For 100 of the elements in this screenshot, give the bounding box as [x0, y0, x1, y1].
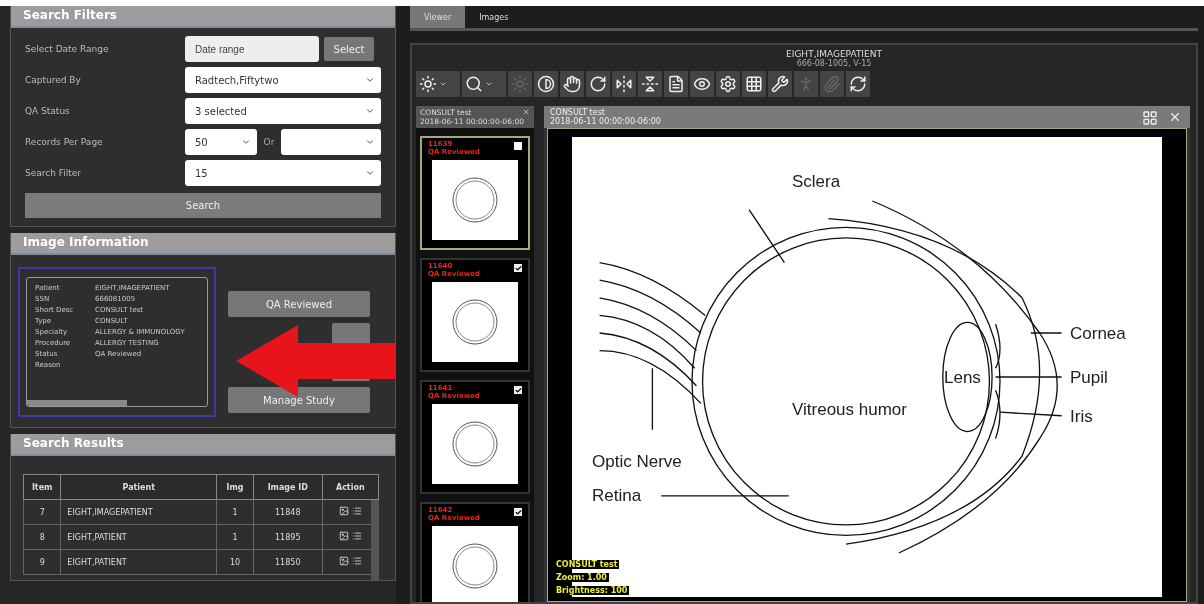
toolbar-button[interactable] [612, 71, 636, 97]
field-label: Select Date Range [25, 44, 110, 54]
column-header: Item [23, 474, 61, 500]
separator-text: Or [262, 137, 276, 147]
dropdown-field[interactable] [281, 129, 381, 155]
image-icon [339, 506, 349, 516]
tab[interactable]: Images [465, 6, 523, 28]
checkbox[interactable] [514, 508, 522, 516]
action-button[interactable]: Manage Study [228, 387, 370, 413]
column-header: Image ID [253, 474, 323, 500]
close-icon [1168, 110, 1182, 124]
viewport-title: CONSULT test [550, 108, 605, 117]
dropdown-caret-icon [485, 80, 493, 88]
column-header: Action [322, 474, 379, 500]
brightness-icon [511, 75, 529, 93]
table-cell: 11850 [253, 549, 323, 575]
toolbar-button[interactable] [664, 71, 688, 97]
brightness-icon [419, 75, 437, 93]
contrast-icon [537, 75, 555, 93]
patient-id: 666-08-1005, V-15 [795, 59, 873, 68]
search-button[interactable]: Search [25, 193, 381, 218]
table-cell: 11895 [253, 524, 323, 550]
overlay-text: Brightness: 100 [554, 586, 630, 595]
diagram-label: Retina [592, 486, 642, 505]
field-label: Records Per Page [25, 137, 104, 147]
layout-grid-icon [1142, 110, 1158, 126]
toolbar-button[interactable] [560, 71, 584, 97]
action-button[interactable]: QA Reviewed [228, 291, 370, 317]
scrollbar-thumb[interactable] [27, 400, 127, 406]
overlay-text: Zoom: 1.00 [554, 573, 609, 582]
image-icon [339, 556, 349, 566]
toolbar-button[interactable] [742, 71, 766, 97]
scrollbar-thumb[interactable] [371, 500, 379, 580]
refresh-icon [849, 75, 867, 93]
date-range-field[interactable]: Date range [185, 36, 319, 62]
field-label: Captured By [25, 75, 82, 85]
diagram-label: Optic Nerve [592, 452, 682, 471]
flip-icon [641, 75, 659, 93]
flip-icon [615, 75, 633, 93]
field-label: QA Status [25, 106, 71, 116]
image-icon [339, 531, 349, 541]
toolbar-button[interactable] [716, 71, 740, 97]
dropdown-field[interactable]: 3 selected [185, 98, 381, 124]
table-cell: 1 [216, 499, 254, 525]
diagram-label: Lens [944, 368, 981, 387]
diagram-label: Vitreous humor [792, 400, 907, 419]
panel-title: Search Filters [11, 6, 395, 28]
table-cell: 11848 [253, 499, 323, 525]
table-cell: EIGHT,PATIENT [60, 549, 217, 575]
column-header: Img [216, 474, 254, 500]
toolbar-button[interactable] [416, 71, 460, 97]
table-cell: 1 [216, 524, 254, 550]
eye-icon [693, 75, 711, 93]
panel-title: Search Results [11, 434, 395, 456]
table-cell: 8 [23, 524, 61, 550]
diagram-label: Cornea [1070, 324, 1126, 343]
dropdown-field[interactable]: Radtech,Fiftytwo [185, 67, 381, 93]
toolbar-button[interactable] [534, 71, 558, 97]
panel-title: Image Information [11, 233, 395, 255]
column-header: Patient [60, 474, 217, 500]
toolbar-button[interactable] [462, 71, 506, 97]
list-icon [351, 556, 362, 566]
patient-name: EIGHT,IMAGEPATIENT [785, 49, 883, 59]
table-cell: 10 [216, 549, 254, 575]
settings-icon [719, 75, 737, 93]
field-label: Search Filter [25, 168, 83, 178]
toolbar-button[interactable] [768, 71, 792, 97]
wrench-icon [771, 75, 789, 93]
dropdown-field[interactable]: 15 [185, 160, 381, 186]
dropdown-caret-icon [365, 168, 375, 178]
toolbar-button[interactable] [638, 71, 662, 97]
diagram-label: Pupil [1070, 368, 1108, 387]
table-cell: EIGHT,IMAGEPATIENT [60, 499, 217, 525]
checkbox[interactable] [514, 264, 522, 272]
list-icon [351, 506, 362, 516]
dropdown-caret-icon [365, 137, 375, 147]
dropdown-field[interactable]: 50 [185, 129, 257, 155]
diagram-label: Sclera [792, 172, 841, 191]
dropdown-caret-icon [439, 80, 447, 88]
tab[interactable]: Viewer [410, 6, 466, 28]
checkbox[interactable] [514, 386, 522, 394]
hand-icon [563, 75, 581, 93]
dropdown-caret-icon [241, 137, 251, 147]
dropdown-caret-icon [365, 75, 375, 85]
table-cell: 9 [23, 549, 61, 575]
toolbar-button[interactable] [586, 71, 610, 97]
checkbox[interactable] [514, 142, 522, 150]
select-button[interactable]: Select [324, 37, 374, 61]
diagram-label: Iris [1070, 407, 1093, 426]
table-cell: 7 [23, 499, 61, 525]
document-icon [667, 75, 685, 93]
rotate-icon [589, 75, 607, 93]
table-cell: EIGHT,PATIENT [60, 524, 217, 550]
paperclip-icon [823, 75, 841, 93]
list-icon [351, 531, 362, 541]
toolbar-button[interactable] [690, 71, 714, 97]
toolbar-button[interactable] [846, 71, 870, 97]
viewport-date: 2018-06-11 00:00:00-06:00 [550, 117, 661, 126]
overlay-text: CONSULT test [554, 560, 620, 569]
search-icon [465, 75, 483, 93]
